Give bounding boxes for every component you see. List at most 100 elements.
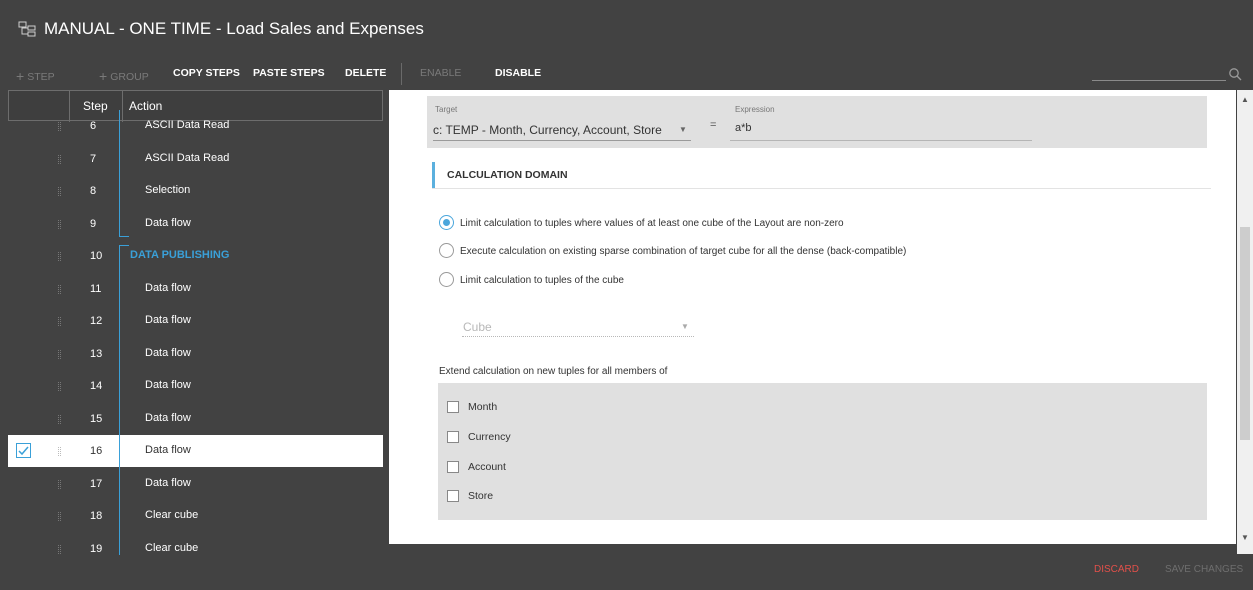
checkbox-month[interactable] xyxy=(447,401,459,413)
table-row[interactable]: 14 Data flow xyxy=(8,370,383,402)
step-number: 9 xyxy=(90,218,97,230)
drag-handle-icon[interactable] xyxy=(58,447,61,456)
table-row[interactable]: 17 Data flow xyxy=(8,468,383,500)
step-number: 16 xyxy=(90,445,103,457)
step-number: 19 xyxy=(90,543,103,555)
toolbar: + STEP + GROUP COPY STEPS PASTE STEPS DELE… xyxy=(0,57,1253,90)
title-bar: MANUAL - ONE TIME - Load Sales and Expen… xyxy=(0,0,1253,57)
footer-bar: DISCARD SAVE CHANGES xyxy=(389,554,1253,590)
cube-select[interactable]: Cube xyxy=(463,320,492,334)
checkbox-account[interactable] xyxy=(447,461,459,473)
step-action: Data flow xyxy=(145,412,191,424)
step-number: 17 xyxy=(90,478,103,490)
checkbox-month-label[interactable]: Month xyxy=(468,401,497,413)
drag-handle-icon[interactable] xyxy=(58,545,61,554)
radio-limit-nonzero[interactable] xyxy=(439,215,454,230)
section-divider xyxy=(432,188,1211,189)
radio-existing-sparse[interactable] xyxy=(439,243,454,258)
checkbox-account-label[interactable]: Account xyxy=(468,461,506,473)
drag-handle-icon[interactable] xyxy=(58,512,61,521)
step-action: Data flow xyxy=(145,282,191,294)
step-number: 11 xyxy=(90,283,102,295)
scroll-down-icon[interactable]: ▼ xyxy=(1241,533,1249,542)
table-row[interactable]: 10 DATA PUBLISHING xyxy=(8,240,383,272)
table-row[interactable]: 6 ASCII Data Read xyxy=(8,110,383,142)
enable-button[interactable]: ENABLE xyxy=(420,67,461,79)
equals-sign: = xyxy=(710,119,717,131)
radio-limit-cube-label[interactable]: Limit calculation to tuples of the cube xyxy=(460,275,624,286)
step-action: Clear cube xyxy=(145,542,199,554)
group-line xyxy=(119,245,129,246)
chevron-down-icon[interactable]: ▼ xyxy=(681,322,689,331)
radio-limit-cube[interactable] xyxy=(439,272,454,287)
scrollbar-thumb[interactable] xyxy=(1240,227,1250,440)
section-title: CALCULATION DOMAIN xyxy=(447,169,568,181)
expression-input[interactable]: a*b xyxy=(735,122,752,134)
disable-button[interactable]: DISABLE xyxy=(495,67,541,79)
table-row[interactable]: 18 Clear cube xyxy=(8,500,383,532)
extend-label: Extend calculation on new tuples for all… xyxy=(439,366,668,377)
group-line xyxy=(119,245,120,555)
steps-panel: Step Action 6 ASCII Data Read 7 ASCII Data … xyxy=(8,90,383,590)
target-underline xyxy=(433,140,691,141)
checkbox-currency[interactable] xyxy=(447,431,459,443)
expression-underline xyxy=(730,140,1032,141)
step-number: 8 xyxy=(90,185,97,197)
group-line xyxy=(119,110,120,236)
radio-limit-nonzero-label[interactable]: Limit calculation to tuples where values… xyxy=(460,218,844,229)
drag-handle-icon[interactable] xyxy=(58,122,61,131)
delete-button[interactable]: DELETE xyxy=(345,67,386,79)
step-number: 18 xyxy=(90,510,103,522)
step-number: 10 xyxy=(90,250,103,262)
step-action: Data flow xyxy=(145,379,191,391)
step-action: Data flow xyxy=(145,217,191,229)
page-title: MANUAL - ONE TIME - Load Sales and Expen… xyxy=(44,18,424,38)
drag-handle-icon[interactable] xyxy=(58,317,61,326)
paste-steps-button[interactable]: PASTE STEPS xyxy=(253,67,325,79)
chevron-down-icon[interactable]: ▼ xyxy=(679,125,687,134)
drag-handle-icon[interactable] xyxy=(58,220,61,229)
discard-button[interactable]: DISCARD xyxy=(1094,564,1139,575)
table-row[interactable]: 16 Data flow xyxy=(8,435,383,467)
table-row[interactable]: 11 Data flow xyxy=(8,273,383,305)
cube-select-underline xyxy=(462,336,694,337)
drag-handle-icon[interactable] xyxy=(58,285,61,294)
add-step-button[interactable]: + STEP xyxy=(16,67,55,84)
table-row[interactable]: 19 Clear cube xyxy=(8,533,383,565)
step-action: Data flow xyxy=(145,444,191,456)
checkbox-store[interactable] xyxy=(447,490,459,502)
target-select[interactable]: c: TEMP - Month, Currency, Account, Stor… xyxy=(433,123,662,137)
table-row[interactable]: 7 ASCII Data Read xyxy=(8,143,383,175)
scrollbar[interactable]: ▲ ▼ xyxy=(1237,90,1253,554)
row-checkbox[interactable] xyxy=(16,443,31,458)
table-row[interactable]: 8 Selection xyxy=(8,175,383,207)
step-number: 14 xyxy=(90,380,103,392)
step-action: DATA PUBLISHING xyxy=(130,249,230,261)
checkbox-currency-label[interactable]: Currency xyxy=(468,431,511,443)
table-row[interactable]: 12 Data flow xyxy=(8,305,383,337)
add-group-label: GROUP xyxy=(110,71,149,83)
search-input[interactable] xyxy=(1092,80,1226,81)
app-window: MANUAL - ONE TIME - Load Sales and Expen… xyxy=(0,0,1253,590)
table-row[interactable]: 9 Data flow xyxy=(8,208,383,240)
step-action: ASCII Data Read xyxy=(145,119,230,131)
copy-steps-button[interactable]: COPY STEPS xyxy=(173,67,240,79)
table-row[interactable]: 13 Data flow xyxy=(8,338,383,370)
drag-handle-icon[interactable] xyxy=(58,480,61,489)
drag-handle-icon[interactable] xyxy=(58,382,61,391)
dimensions-box: Month Currency Account Store xyxy=(438,383,1207,520)
target-label: Target xyxy=(435,105,458,114)
search-icon[interactable] xyxy=(1228,67,1242,81)
save-changes-button[interactable]: SAVE CHANGES xyxy=(1165,564,1243,575)
step-number: 15 xyxy=(90,413,103,425)
radio-existing-sparse-label[interactable]: Execute calculation on existing sparse c… xyxy=(460,246,906,257)
scroll-up-icon[interactable]: ▲ xyxy=(1241,95,1249,104)
drag-handle-icon[interactable] xyxy=(58,155,61,164)
drag-handle-icon[interactable] xyxy=(58,252,61,261)
checkbox-store-label[interactable]: Store xyxy=(468,490,493,502)
table-row[interactable]: 15 Data flow xyxy=(8,403,383,435)
drag-handle-icon[interactable] xyxy=(58,350,61,359)
drag-handle-icon[interactable] xyxy=(58,415,61,424)
drag-handle-icon[interactable] xyxy=(58,187,61,196)
add-group-button[interactable]: + GROUP xyxy=(99,67,149,84)
